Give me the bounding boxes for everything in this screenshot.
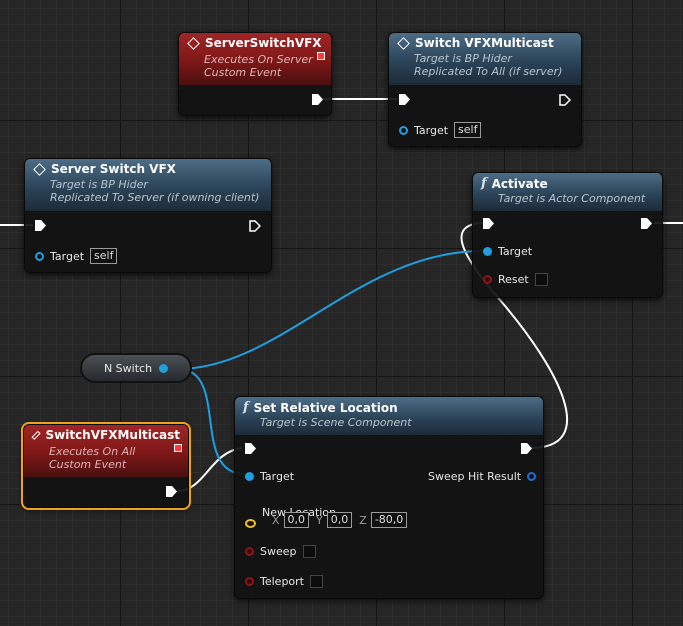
node-subtitle: Replicated To All (if server) [414, 65, 563, 78]
target-pin[interactable]: Target self [399, 122, 482, 138]
exec-out-pin[interactable] [521, 443, 532, 454]
target-pin[interactable]: Target [245, 470, 294, 483]
teleport-checkbox[interactable] [310, 575, 323, 588]
teleport-pin[interactable]: Teleport [245, 575, 323, 588]
node-subtitle: Custom Event [204, 66, 282, 79]
target-value-field: self [90, 248, 118, 264]
node-title: ServerSwitchVFX [205, 36, 322, 50]
node-header: Switch VFXMulticast Target is BP Hider R… [389, 33, 581, 85]
exec-in-pin[interactable] [35, 220, 46, 231]
exec-in-pin[interactable] [483, 218, 494, 229]
server-switch-vfx-event-node[interactable]: ServerSwitchVFX Executes On Server Custo… [178, 32, 332, 116]
node-subtitle: Executes On All [49, 445, 136, 458]
object-pin-icon [483, 247, 492, 256]
object-pin-icon[interactable] [159, 363, 169, 373]
pin-label: Sweep Hit Result [428, 470, 522, 483]
node-title: Activate [491, 176, 548, 191]
pin-label: Target [414, 123, 449, 137]
y-axis-label: Y [316, 513, 323, 527]
exec-in-pin[interactable] [399, 94, 410, 105]
node-header: ServerSwitchVFX Executes On Server Custo… [179, 33, 331, 85]
node-subtitle: Replicated To Server (if owning client) [50, 191, 260, 204]
bool-pin-icon [245, 547, 254, 556]
server-switch-vfx-call-node[interactable]: Server Switch VFX Target is BP Hider Rep… [24, 158, 272, 273]
bool-pin-icon [483, 275, 492, 284]
pin-label: Teleport [260, 575, 304, 588]
exec-out-pin[interactable] [559, 94, 571, 106]
object-pin-icon [35, 251, 44, 261]
sweep-pin[interactable]: Sweep [245, 545, 316, 558]
target-pin[interactable]: Target [483, 245, 532, 258]
x-value-field[interactable]: 0,0 [283, 512, 310, 528]
variable-label: N Switch [103, 361, 153, 375]
node-subtitle: Target is BP Hider [50, 178, 148, 191]
node-title: Server Switch VFX [51, 162, 176, 176]
event-diamond-icon [187, 36, 200, 50]
object-pin-icon [399, 125, 408, 135]
node-title: SwitchVFXMulticast [45, 428, 180, 442]
activate-node[interactable]: f Activate Target is Actor Component Targ… [472, 172, 663, 298]
pin-label: Target [50, 249, 85, 263]
event-diamond-icon [33, 162, 46, 176]
function-icon: f [481, 176, 487, 191]
exec-out-pin[interactable] [166, 486, 177, 497]
reset-checkbox[interactable] [534, 273, 548, 286]
target-pin[interactable]: Target self [35, 248, 118, 264]
switch-vfx-multicast-call-node[interactable]: Switch VFXMulticast Target is BP Hider R… [388, 32, 582, 147]
node-title: Set Relative Location [253, 400, 398, 415]
target-value-field: self [454, 122, 482, 138]
pin-label: Reset [498, 273, 529, 286]
delegate-pin-icon[interactable] [174, 444, 182, 452]
struct-pin-icon [527, 472, 537, 481]
exec-out-pin[interactable] [641, 218, 652, 229]
vector-pin-icon [245, 519, 256, 528]
new-location-fields: X 0,0 Y 0,0 Z -80,0 [272, 512, 408, 528]
pin-label: Sweep [260, 545, 297, 558]
set-relative-location-node[interactable]: f Set Relative Location Target is Scene C… [234, 396, 544, 599]
switch-vfx-multicast-event-node[interactable]: SwitchVFXMulticast Executes On All Custo… [21, 422, 191, 510]
node-subtitle: Custom Event [49, 458, 127, 471]
z-value-field[interactable]: -80,0 [370, 512, 408, 528]
delegate-pin-icon[interactable] [317, 52, 325, 60]
object-pin-icon [245, 472, 254, 481]
event-diamond-icon [31, 430, 42, 440]
function-icon: f [243, 400, 249, 415]
node-header: f Set Relative Location Target is Scene C… [235, 397, 543, 435]
pin-label: Target [498, 245, 533, 258]
node-header: Server Switch VFX Target is BP Hider Rep… [25, 159, 271, 211]
y-value-field[interactable]: 0,0 [326, 512, 353, 528]
node-subtitle: Target is Scene Component [260, 416, 412, 429]
exec-out-pin[interactable] [312, 94, 323, 105]
pin-label: Target [260, 470, 295, 483]
bool-pin-icon [245, 577, 254, 586]
node-title: Switch VFXMulticast [415, 36, 554, 50]
sweep-checkbox[interactable] [302, 545, 316, 558]
z-axis-label: Z [359, 513, 367, 527]
node-header: f Activate Target is Actor Component [473, 173, 662, 211]
n-switch-variable-node[interactable]: N Switch [80, 353, 192, 383]
event-diamond-icon [397, 36, 410, 50]
exec-out-pin[interactable] [249, 220, 261, 232]
sweep-hit-result-pin[interactable]: Sweep Hit Result [428, 470, 537, 483]
node-subtitle: Executes On Server [204, 53, 313, 66]
node-subtitle: Target is BP Hider [414, 52, 512, 65]
node-header: SwitchVFXMulticast Executes On All Custo… [24, 425, 188, 477]
node-subtitle: Target is Actor Component [498, 192, 646, 205]
x-axis-label: X [272, 513, 280, 527]
reset-pin[interactable]: Reset [483, 273, 548, 286]
exec-in-pin[interactable] [245, 443, 256, 454]
